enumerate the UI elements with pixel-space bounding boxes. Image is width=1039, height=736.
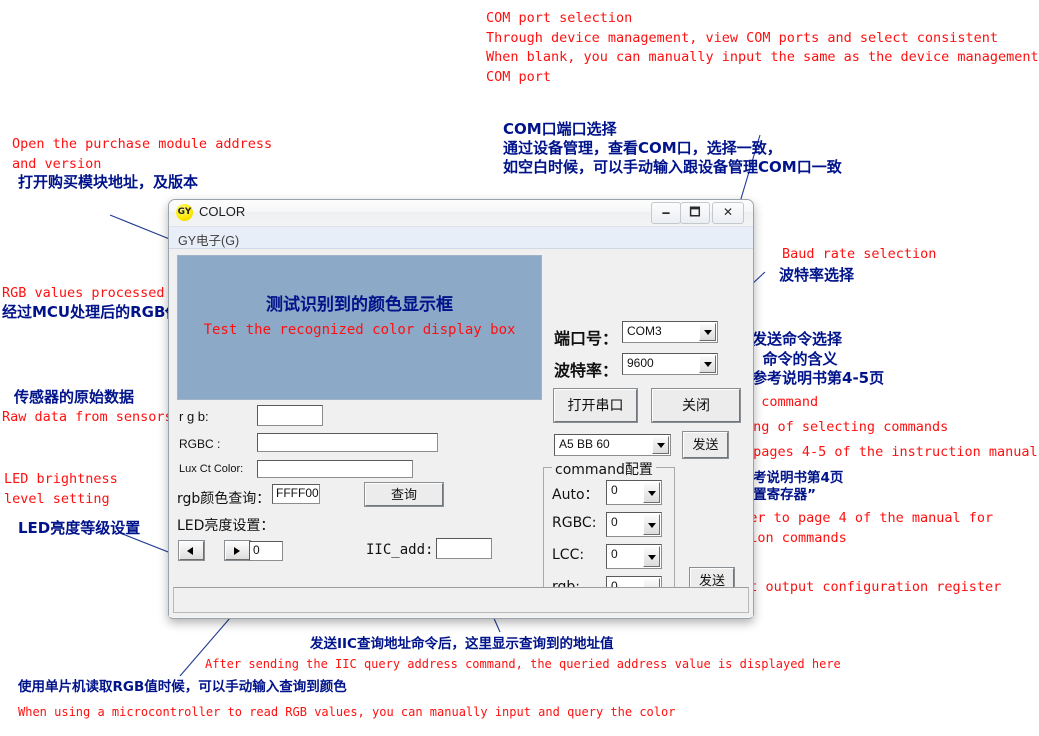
chevron-down-icon[interactable] bbox=[643, 514, 660, 535]
annotation-com-port-en: COM port selection Through device manage… bbox=[486, 10, 1039, 85]
command-config-group-title: command配置 bbox=[552, 459, 656, 479]
led-brightness-spinner[interactable] bbox=[179, 541, 251, 561]
port-combo-value: COM3 bbox=[627, 324, 662, 338]
menu-item-gy[interactable]: GY电子(G) bbox=[178, 234, 239, 248]
annotation-command-select-cn: 发送命令选择 命令的含义 参考说明书第4-5页 bbox=[752, 330, 885, 387]
lcc-combo-value: 0 bbox=[611, 547, 618, 561]
command-combo[interactable]: A5 BB 60 bbox=[554, 434, 671, 456]
color-display-box-label-en: Test the recognized color display box bbox=[203, 322, 516, 338]
maximize-button[interactable]: 🗖 bbox=[680, 202, 710, 224]
annotation-open-module-en: Open the purchase module address and ver… bbox=[12, 136, 273, 172]
baud-label: 波特率： bbox=[554, 361, 619, 380]
window-titlebar[interactable]: GY COLOR 🗕 🗖 ✕ bbox=[169, 200, 753, 227]
iic-add-input[interactable] bbox=[436, 538, 492, 559]
command-config-group: command配置 Auto： 0 RGBC: 0 LCC: 0 rgb: bbox=[543, 459, 675, 601]
close-serial-port-button[interactable]: 关闭 bbox=[652, 389, 740, 422]
annotation-raw-data-cn: 传感器的原始数据 bbox=[14, 388, 135, 406]
iic-add-label: IIC_add: bbox=[366, 542, 434, 558]
query-button[interactable]: 查询 bbox=[365, 483, 443, 506]
lcc-combo[interactable]: 0 bbox=[606, 544, 662, 569]
rgb-query-label: rgb颜色查询： bbox=[177, 491, 271, 507]
close-button[interactable]: ✕ bbox=[712, 202, 744, 224]
window-client-area: 测试识别到的颜色显示框 Test the recognized color di… bbox=[169, 249, 753, 617]
led-brightness-label: LED亮度设置： bbox=[177, 518, 275, 534]
lux-ct-color-input[interactable] bbox=[257, 460, 413, 478]
port-combo[interactable]: COM3 bbox=[622, 321, 718, 343]
rgbc-cfg-combo-value: 0 bbox=[611, 515, 618, 529]
annotation-baud-en: Baud rate selection bbox=[782, 246, 937, 262]
lux-ct-color-label: Lux Ct Color: bbox=[179, 463, 244, 475]
app-logo-icon: GY bbox=[176, 204, 193, 221]
annotation-iic-query-cn: 发送IIC查询地址命令后，这里显示查询到的地址值 bbox=[310, 636, 614, 652]
rgb-label: r g b: bbox=[179, 409, 209, 424]
lcc-label: LCC: bbox=[552, 547, 585, 563]
open-serial-port-button[interactable]: 打开串口 bbox=[554, 389, 637, 422]
menu-bar[interactable]: GY电子(G) bbox=[169, 227, 753, 249]
rgbc-cfg-label: RGBC: bbox=[552, 515, 597, 531]
annotation-microcontroller-en: When using a microcontroller to read RGB… bbox=[18, 705, 676, 719]
color-display-box-label-cn: 测试识别到的颜色显示框 bbox=[266, 295, 453, 315]
auto-combo[interactable]: 0 bbox=[606, 480, 662, 505]
port-label: 端口号： bbox=[554, 329, 619, 348]
chevron-down-icon[interactable] bbox=[643, 482, 660, 503]
color-application-window: GY COLOR 🗕 🗖 ✕ GY电子(G) 测试识别到的颜色显示框 Test … bbox=[168, 199, 754, 619]
minimize-button[interactable]: 🗕 bbox=[651, 202, 681, 224]
send-command-button[interactable]: 发送 bbox=[683, 432, 728, 458]
annotation-baud-cn: 波特率选择 bbox=[779, 266, 855, 284]
annotation-microcontroller-cn: 使用单片机读取RGB值时候，可以手动输入查询到颜色 bbox=[18, 679, 347, 695]
annotation-mcu-rgb-cn: 经过MCU处理后的RGB值 bbox=[2, 303, 181, 321]
baud-combo-value: 9600 bbox=[627, 356, 654, 370]
annotation-raw-data-en: Raw data from sensors bbox=[2, 409, 173, 425]
chevron-down-icon[interactable] bbox=[699, 355, 716, 373]
auto-combo-value: 0 bbox=[611, 483, 618, 497]
auto-label: Auto： bbox=[552, 487, 599, 503]
led-brightness-value[interactable]: 0 bbox=[249, 541, 283, 561]
chevron-down-icon[interactable] bbox=[652, 436, 669, 454]
color-display-box: 测试识别到的颜色显示框 Test the recognized color di… bbox=[177, 255, 542, 400]
annotation-open-module-cn: 打开购买模块地址，及版本 bbox=[18, 173, 199, 191]
chevron-down-icon[interactable] bbox=[699, 323, 716, 341]
command-combo-value: A5 BB 60 bbox=[559, 437, 610, 451]
spin-left-arrow-icon[interactable] bbox=[179, 541, 204, 560]
rgbc-label: RGBC : bbox=[179, 437, 221, 451]
rgbc-cfg-combo[interactable]: 0 bbox=[606, 512, 662, 537]
annotation-led-brightness-cn: LED亮度等级设置 bbox=[18, 519, 141, 537]
annotation-com-port-cn: COM口端口选择 通过设备管理，查看COM口，选择一致， 如空白时候，可以手动输… bbox=[503, 120, 842, 176]
status-bar bbox=[173, 587, 749, 613]
rgb-query-input[interactable]: FFFF00 bbox=[272, 484, 320, 504]
rgbc-input[interactable] bbox=[257, 433, 438, 452]
annotation-iic-query-en: After sending the IIC query address comm… bbox=[205, 657, 841, 671]
window-title: COLOR bbox=[199, 204, 246, 219]
spin-right-arrow-icon[interactable] bbox=[225, 541, 250, 560]
annotation-led-brightness-en: LED brightness level setting bbox=[4, 471, 118, 507]
baud-combo[interactable]: 9600 bbox=[622, 353, 718, 375]
chevron-down-icon[interactable] bbox=[643, 546, 660, 567]
rgb-input[interactable] bbox=[257, 405, 323, 426]
